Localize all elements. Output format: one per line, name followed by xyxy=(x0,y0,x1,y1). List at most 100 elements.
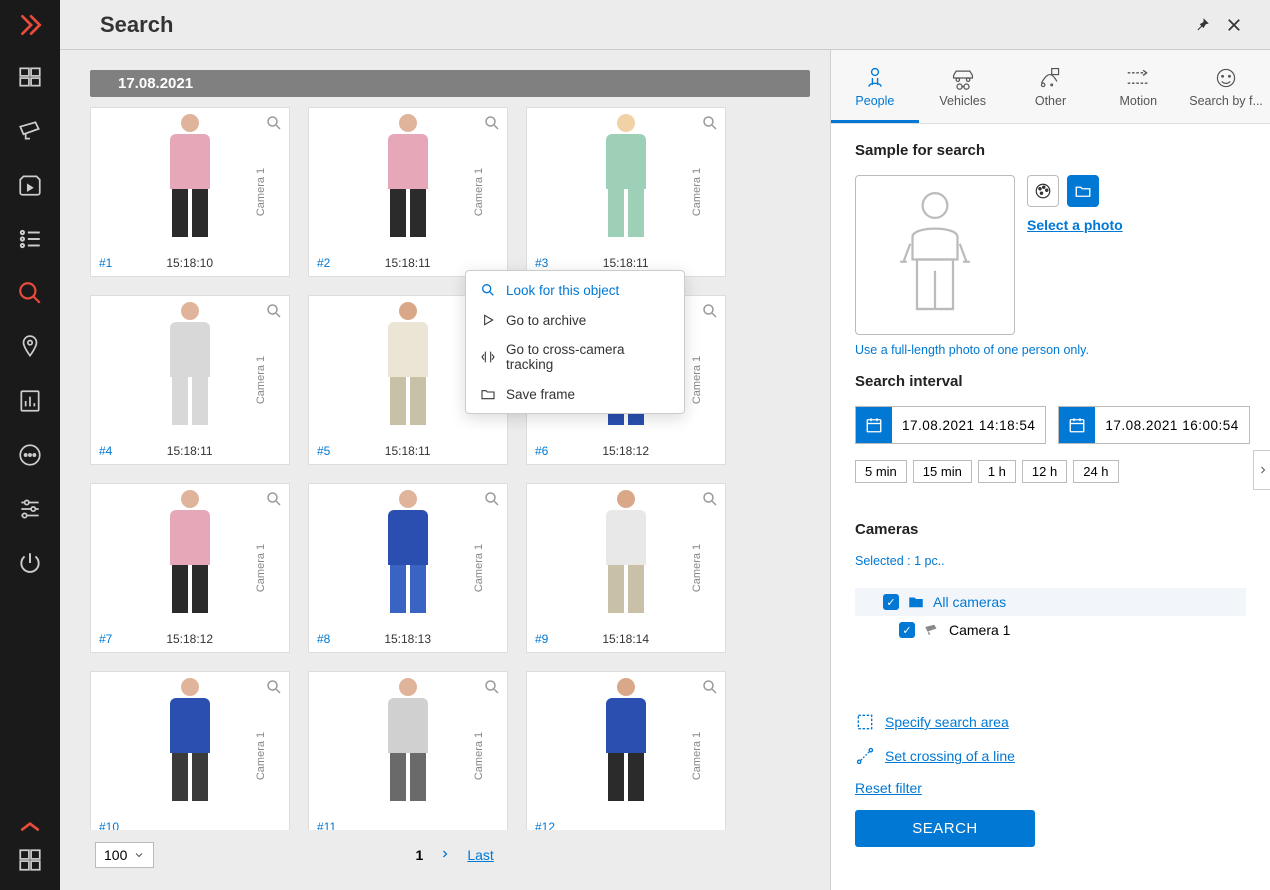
ctx-track[interactable]: Go to cross-camera tracking xyxy=(466,335,684,379)
tab-face[interactable]: Search by f... xyxy=(1182,50,1270,123)
ctx-folder[interactable]: Save frame xyxy=(466,379,684,409)
result-id: #4 xyxy=(99,444,112,458)
result-card[interactable]: Camera 1#915:18:14 xyxy=(526,483,726,653)
tab-vehicles[interactable]: Vehicles xyxy=(919,50,1007,123)
magnify-icon[interactable] xyxy=(483,678,501,701)
magnify-icon[interactable] xyxy=(701,678,719,701)
crossing-line-link[interactable]: Set crossing of a line xyxy=(855,746,1246,766)
result-card[interactable]: Camera 1#11 xyxy=(308,671,508,830)
rail-power[interactable] xyxy=(0,536,60,590)
result-id: #6 xyxy=(535,444,548,458)
magnify-icon[interactable] xyxy=(701,302,719,325)
result-card[interactable]: Camera 1#815:18:13 xyxy=(308,483,508,653)
result-time: 15:18:11 xyxy=(330,256,485,270)
open-folder-button[interactable] xyxy=(1067,175,1099,207)
rail-layouts[interactable] xyxy=(0,50,60,104)
magnify-icon[interactable] xyxy=(265,490,283,513)
result-camera-label: Camera 1 xyxy=(255,544,267,592)
checkbox-icon[interactable]: ✓ xyxy=(883,594,899,610)
result-id: #10 xyxy=(99,820,119,830)
ctx-play[interactable]: Go to archive xyxy=(466,305,684,335)
sample-title: Sample for search xyxy=(855,142,1246,159)
reset-filter-link[interactable]: Reset filter xyxy=(855,780,1246,796)
result-card[interactable]: Camera 1 #215:18:11 xyxy=(308,107,508,277)
header: Search xyxy=(60,0,1270,50)
result-id: #1 xyxy=(99,256,112,270)
rail-reports[interactable] xyxy=(0,374,60,428)
quick-interval-button[interactable]: 12 h xyxy=(1022,460,1067,483)
magnify-icon[interactable] xyxy=(483,490,501,513)
quick-interval-button[interactable]: 5 min xyxy=(855,460,907,483)
tab-people[interactable]: People xyxy=(831,50,919,123)
filter-tabs: PeopleVehiclesOther Motion Search by f... xyxy=(831,50,1270,124)
result-time: 15:18:11 xyxy=(112,444,267,458)
tab-other[interactable]: Other xyxy=(1007,50,1095,123)
magnify-icon[interactable] xyxy=(265,114,283,137)
rail-map[interactable] xyxy=(0,320,60,374)
color-picker-button[interactable] xyxy=(1027,175,1059,207)
rail-cameras[interactable] xyxy=(0,104,60,158)
result-card[interactable]: Camera 1#115:18:10 xyxy=(90,107,290,277)
interval-from[interactable]: 17.08.2021 14:18:54 xyxy=(855,406,1046,444)
interval-to[interactable]: 17.08.2021 16:00:54 xyxy=(1058,406,1249,444)
pin-button[interactable] xyxy=(1186,9,1218,41)
search-button[interactable]: SEARCH xyxy=(855,810,1035,847)
ctx-label: Save frame xyxy=(506,387,575,402)
result-grid: Camera 1#115:18:10Camera 1#215:18:11Came… xyxy=(90,107,802,830)
result-card[interactable]: Camera 1 #10 xyxy=(90,671,290,830)
result-time: 15:18:11 xyxy=(330,444,485,458)
page-size-select[interactable]: 100 xyxy=(95,842,154,868)
result-camera-label: Camera 1 xyxy=(255,356,267,404)
magnify-icon[interactable] xyxy=(483,114,501,137)
rail-more[interactable] xyxy=(0,428,60,482)
search-icon xyxy=(480,282,496,298)
sample-photo-box[interactable] xyxy=(855,175,1015,335)
quick-interval-button[interactable]: 24 h xyxy=(1073,460,1118,483)
rail-search[interactable] xyxy=(0,266,60,320)
magnify-icon[interactable] xyxy=(701,490,719,513)
rail-archive[interactable] xyxy=(0,158,60,212)
camera-item[interactable]: ✓ Camera 1 xyxy=(855,616,1246,644)
result-card[interactable]: Camera 1 #415:18:11 xyxy=(90,295,290,465)
result-card[interactable]: Camera 1#315:18:11 xyxy=(526,107,726,277)
track-icon xyxy=(480,349,496,365)
panel-collapse-handle[interactable] xyxy=(1253,450,1270,490)
select-photo-link[interactable]: Select a photo xyxy=(1027,217,1123,233)
result-id: #3 xyxy=(535,256,548,270)
rail-logo[interactable] xyxy=(0,0,60,50)
quick-interval-button[interactable]: 15 min xyxy=(913,460,972,483)
rail-settings[interactable] xyxy=(0,482,60,536)
result-camera-label: Camera 1 xyxy=(473,168,485,216)
ctx-label: Go to cross-camera tracking xyxy=(506,342,670,372)
rail-grid[interactable] xyxy=(0,840,60,880)
tab-label: Motion xyxy=(1120,94,1158,108)
result-id: #12 xyxy=(535,820,555,830)
magnify-icon[interactable] xyxy=(701,114,719,137)
tab-motion[interactable]: Motion xyxy=(1094,50,1182,123)
result-camera-label: Camera 1 xyxy=(691,356,703,404)
result-id: #9 xyxy=(535,632,548,646)
folder-icon xyxy=(480,386,496,402)
checkbox-icon[interactable]: ✓ xyxy=(899,622,915,638)
result-camera-label: Camera 1 xyxy=(255,732,267,780)
ctx-search[interactable]: Look for this object xyxy=(466,275,684,305)
magnify-icon[interactable] xyxy=(265,678,283,701)
page-title: Search xyxy=(100,12,173,38)
quick-interval-button[interactable]: 1 h xyxy=(978,460,1016,483)
result-id: #2 xyxy=(317,256,330,270)
calendar-icon xyxy=(1059,407,1095,443)
result-time: 15:18:12 xyxy=(548,444,703,458)
magnify-icon[interactable] xyxy=(265,302,283,325)
pager-last[interactable]: Last xyxy=(467,847,493,863)
specify-area-link[interactable]: Specify search area xyxy=(855,712,1246,732)
close-button[interactable] xyxy=(1218,9,1250,41)
date-group-header: 17.08.2021 xyxy=(90,70,810,97)
result-time: 15:18:10 xyxy=(112,256,267,270)
camera-root[interactable]: ✓ All cameras xyxy=(855,588,1246,616)
rail-events[interactable] xyxy=(0,212,60,266)
interval-to-value: 17.08.2021 16:00:54 xyxy=(1095,418,1248,433)
pager-next[interactable] xyxy=(439,847,451,863)
result-card[interactable]: Camera 1#12 xyxy=(526,671,726,830)
rail-collapse[interactable] xyxy=(0,816,60,840)
result-card[interactable]: Camera 1#715:18:12 xyxy=(90,483,290,653)
